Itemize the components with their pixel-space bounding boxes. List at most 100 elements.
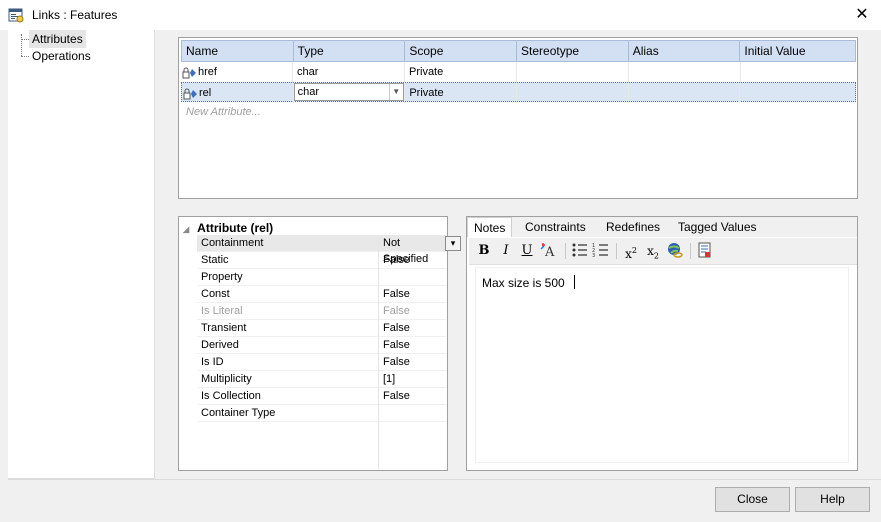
tree-connector [21,39,29,40]
property-divider [378,303,379,320]
notes-panel: Notes Constraints Redefines Tagged Value… [466,216,858,471]
toolbar-separator [616,243,617,259]
footer-divider [8,479,881,480]
tab-redefines[interactable]: Redefines [600,217,666,237]
column-header-initial-value[interactable]: Initial Value [740,41,855,61]
tab-tagged-values[interactable]: Tagged Values [672,217,763,237]
notes-editor[interactable]: Max size is 500 [475,267,849,463]
window-title: Links : Features [32,8,118,22]
property-derived[interactable]: Derived False [197,337,446,354]
close-button[interactable]: Close [715,487,790,512]
superscript-exponent: 2 [631,246,637,255]
property-multiplicity[interactable]: Multiplicity [1] [197,371,446,388]
property-is-collection[interactable]: Is Collection False [197,388,446,405]
chevron-down-icon[interactable]: ▾ [445,236,461,251]
property-divider [378,371,379,388]
title-bar: Links : Features ✕ [0,0,881,30]
row-initial-value [740,83,855,103]
attribute-properties: ◢ Attribute (rel) Containment Not Specifi… [178,216,461,471]
chevron-down-icon[interactable]: ▼ [388,84,403,100]
property-const[interactable]: Const False [197,286,446,303]
superscript-button[interactable]: x2 [621,242,641,261]
underline-button[interactable]: U [517,242,537,260]
property-name: Is ID [201,356,224,368]
property-container-type[interactable]: Container Type [197,405,446,422]
property-value: False [383,322,410,334]
properties-window-icon [8,7,24,23]
row-name: href [198,66,217,78]
numbered-list-icon[interactable]: 123 [591,242,611,260]
toolbar-separator [565,243,566,259]
property-name: Transient [201,322,247,334]
features-tree: Attributes Operations [8,30,155,479]
row-stereotype [517,62,629,82]
row-name-cell: rel [182,83,294,103]
private-attribute-icon [183,87,198,100]
property-value: False [383,390,410,402]
property-name: Derived [201,339,239,351]
property-name: Multiplicity [201,373,252,385]
property-transient[interactable]: Transient False [197,320,446,337]
subscript-button[interactable]: x2 [643,242,663,260]
row-type: char [293,62,405,82]
notes-toolbar: B I U A 123 x2 x2 [469,238,857,265]
property-is-literal: Is Literal False [197,303,446,320]
tree-item-label: Attributes [29,30,86,48]
italic-button[interactable]: I [496,242,516,260]
tab-constraints[interactable]: Constraints [519,217,592,237]
row-alias [629,83,741,103]
type-dropdown-value: char [297,86,320,98]
row-initial-value [741,62,856,82]
bullet-list-icon[interactable] [570,242,590,260]
tree-item-label: Operations [32,49,91,63]
property-is-id[interactable]: Is ID False [197,354,446,371]
property-value: False [383,254,410,266]
property-static[interactable]: Static False [197,252,446,269]
notes-text: Max size is 500 [482,276,565,290]
property-value: [1] [383,373,396,385]
column-header-name[interactable]: Name [182,41,294,61]
grid-header: Name Type Scope Stereotype Alias Initial… [181,40,856,62]
property-name: Const [201,288,230,300]
text-caret [574,275,575,289]
property-value: False [383,339,410,351]
property-divider [378,405,379,422]
column-header-stereotype[interactable]: Stereotype [517,41,629,61]
tab-notes[interactable]: Notes [467,217,513,237]
property-name: Container Type [201,407,276,419]
svg-text:A: A [544,245,555,260]
property-divider [378,354,379,371]
property-property[interactable]: Property [197,269,446,286]
table-row-selected[interactable]: rel char ▼ Private [181,82,856,103]
type-dropdown[interactable]: char ▼ [293,83,404,101]
tree-connector [21,34,22,56]
property-name: Property [201,271,243,283]
bold-button[interactable]: B [474,242,494,260]
close-icon[interactable]: ✕ [852,5,872,25]
subscript-exponent: 2 [653,251,659,261]
attributes-grid: Name Type Scope Stereotype Alias Initial… [178,37,858,199]
new-attribute-placeholder[interactable]: New Attribute... [186,106,261,118]
property-containment[interactable]: Containment Not Specified ▾ [197,235,461,265]
table-row[interactable]: href char Private [181,62,856,82]
property-divider [378,235,379,252]
row-scope: Private [405,83,517,103]
column-header-type[interactable]: Type [294,41,406,61]
document-link-icon[interactable] [695,242,715,260]
font-color-icon[interactable]: A [539,242,559,260]
svg-text:3: 3 [592,253,595,258]
row-name-cell: href [181,62,293,82]
column-header-alias[interactable]: Alias [629,41,741,61]
row-type-cell: char ▼ [293,83,406,103]
property-value: False [383,288,410,300]
column-header-scope[interactable]: Scope [405,41,518,61]
web-link-icon[interactable] [665,242,685,260]
property-value: False [383,305,410,317]
property-value: False [383,356,410,368]
property-name: Containment [201,237,264,249]
property-divider [378,286,379,303]
help-button[interactable]: Help [795,487,870,512]
collapse-triangle-icon[interactable]: ◢ [183,225,189,234]
row-alias [629,62,741,82]
property-name: Is Literal [201,305,243,317]
